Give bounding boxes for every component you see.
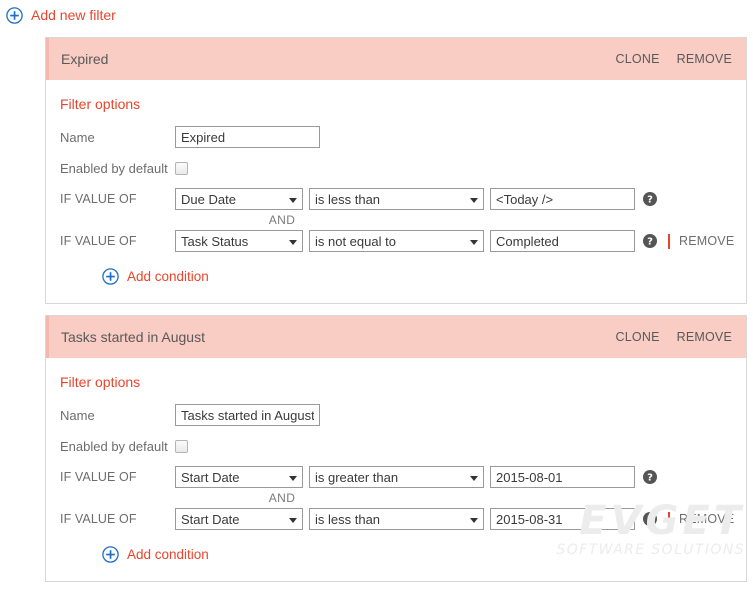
filter-panel-header: Expired CLONE REMOVE	[46, 38, 746, 80]
condition-operator-value: is greater than	[315, 469, 399, 485]
filter-header-actions: CLONE REMOVE	[616, 52, 732, 66]
add-new-filter-button[interactable]: Add new filter	[6, 7, 116, 24]
filter-header-actions: CLONE REMOVE	[616, 330, 732, 344]
condition-value-input[interactable]	[490, 508, 635, 530]
condition-row: IF VALUE OF Start Date is greater than ?	[60, 466, 746, 488]
condition-operator-select[interactable]: is not equal to	[309, 230, 484, 252]
condition-field-select[interactable]: Start Date	[175, 508, 303, 530]
and-separator-row: AND	[60, 488, 746, 508]
circle-plus-icon	[102, 268, 119, 285]
condition-field-select[interactable]: Start Date	[175, 466, 303, 488]
filter-panel: Tasks started in August CLONE REMOVE Fil…	[45, 315, 747, 582]
if-value-of-label: IF VALUE OF	[60, 470, 137, 484]
enabled-by-default-row: Enabled by default	[60, 157, 746, 179]
svg-text:?: ?	[647, 237, 653, 248]
condition-field-value: Start Date	[181, 469, 240, 485]
condition-operator-value: is not equal to	[315, 233, 396, 249]
svg-text:?: ?	[647, 195, 653, 206]
condition-operator-select[interactable]: is less than	[309, 188, 484, 210]
if-value-of-label: IF VALUE OF	[60, 192, 137, 206]
enabled-by-default-checkbox[interactable]	[175, 161, 188, 175]
condition-field-value: Start Date	[181, 511, 240, 527]
filter-name-input[interactable]	[175, 404, 320, 426]
help-question-icon[interactable]: ?	[643, 512, 657, 526]
add-new-filter-label: Add new filter	[31, 7, 116, 23]
filter-name-input[interactable]	[175, 126, 320, 148]
condition-row: IF VALUE OF Due Date is less than ?	[60, 188, 746, 210]
condition-separator	[668, 233, 670, 249]
circle-plus-icon	[6, 7, 23, 24]
filter-options-heading: Filter options	[60, 374, 141, 390]
filter-name-row: Name	[60, 404, 746, 426]
remove-condition-button[interactable]: REMOVE	[679, 512, 734, 526]
condition-field-value: Task Status	[181, 233, 249, 249]
condition-operator-select[interactable]: is greater than	[309, 466, 484, 488]
and-label: AND	[268, 491, 296, 505]
filter-panel-header: Tasks started in August CLONE REMOVE	[46, 316, 746, 358]
enabled-by-default-label: Enabled by default	[60, 438, 168, 454]
filter-panel: Expired CLONE REMOVE Filter options Name…	[45, 37, 747, 304]
condition-row: IF VALUE OF Start Date is less than ? RE…	[60, 508, 746, 530]
add-condition-button[interactable]: Add condition	[102, 546, 746, 563]
condition-field-select[interactable]: Due Date	[175, 188, 303, 210]
and-label: AND	[268, 213, 296, 227]
condition-operator-value: is less than	[315, 191, 381, 207]
filters-list: Expired CLONE REMOVE Filter options Name…	[45, 37, 747, 593]
help-question-icon[interactable]: ?	[643, 192, 657, 206]
condition-operator-select[interactable]: is less than	[309, 508, 484, 530]
filter-name-label: Name	[60, 129, 95, 145]
filter-options-heading: Filter options	[60, 96, 141, 112]
circle-plus-icon	[102, 546, 119, 563]
filter-panel-body: Filter options Name Enabled by default I…	[46, 358, 746, 581]
condition-separator	[668, 511, 670, 527]
remove-filter-button[interactable]: REMOVE	[677, 330, 732, 344]
add-condition-label: Add condition	[127, 269, 209, 284]
enabled-by-default-row: Enabled by default	[60, 435, 746, 457]
svg-text:?: ?	[647, 473, 653, 484]
clone-filter-button[interactable]: CLONE	[616, 52, 660, 66]
condition-value-input[interactable]	[490, 230, 635, 252]
filter-panel-body: Filter options Name Enabled by default I…	[46, 80, 746, 303]
condition-field-value: Due Date	[181, 191, 236, 207]
condition-row: IF VALUE OF Task Status is not equal to …	[60, 230, 746, 252]
filter-name-row: Name	[60, 126, 746, 148]
help-question-icon[interactable]: ?	[643, 234, 657, 248]
remove-filter-button[interactable]: REMOVE	[677, 52, 732, 66]
filter-title: Expired	[61, 51, 109, 67]
filter-title: Tasks started in August	[61, 329, 205, 345]
enabled-by-default-label: Enabled by default	[60, 160, 168, 176]
add-condition-label: Add condition	[127, 547, 209, 562]
add-condition-button[interactable]: Add condition	[102, 268, 746, 285]
help-question-icon[interactable]: ?	[643, 470, 657, 484]
condition-value-input[interactable]	[490, 466, 635, 488]
if-value-of-label: IF VALUE OF	[60, 234, 137, 248]
filter-name-label: Name	[60, 407, 95, 423]
remove-condition-button[interactable]: REMOVE	[679, 234, 734, 248]
clone-filter-button[interactable]: CLONE	[616, 330, 660, 344]
if-value-of-label: IF VALUE OF	[60, 512, 137, 526]
condition-field-select[interactable]: Task Status	[175, 230, 303, 252]
svg-text:?: ?	[647, 515, 653, 526]
enabled-by-default-checkbox[interactable]	[175, 439, 188, 453]
and-separator-row: AND	[60, 210, 746, 230]
condition-operator-value: is less than	[315, 511, 381, 527]
condition-value-input[interactable]	[490, 188, 635, 210]
